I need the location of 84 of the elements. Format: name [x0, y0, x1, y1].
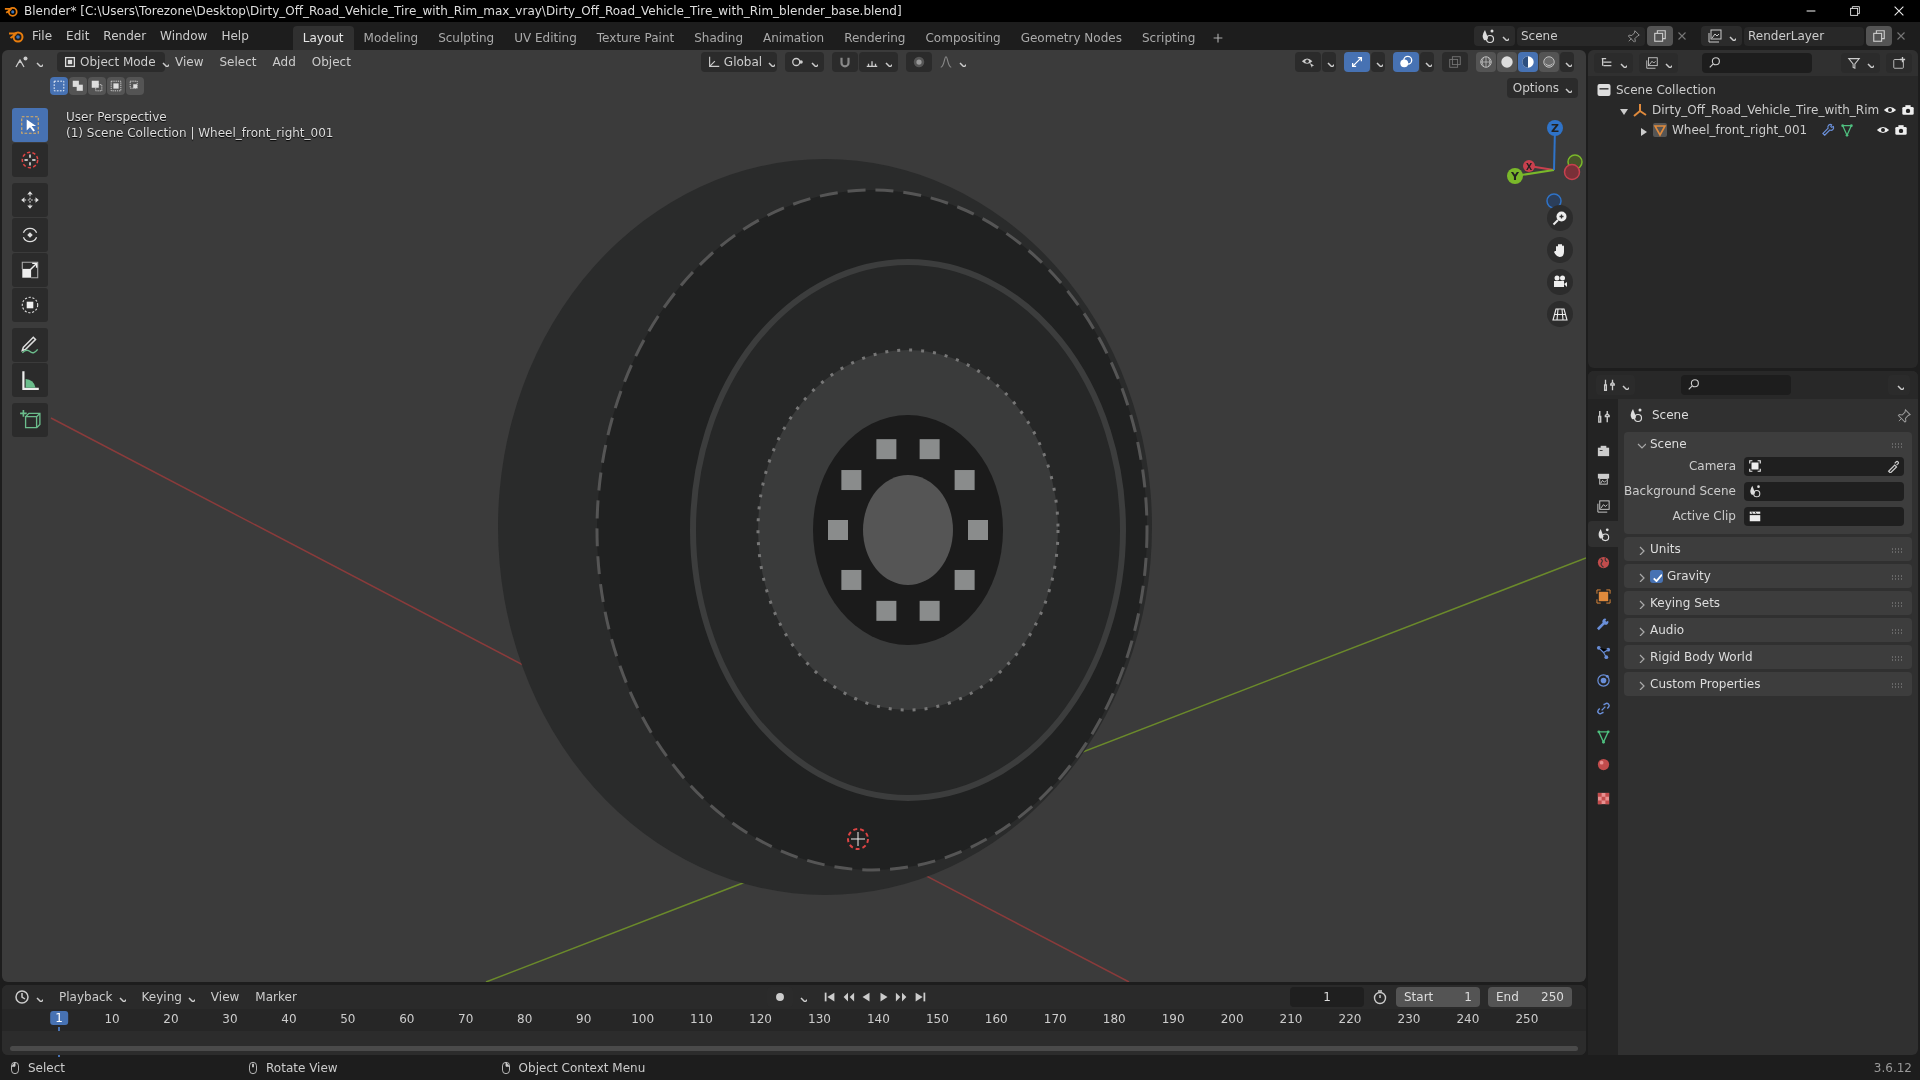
workspace-tab[interactable]: Texture Paint	[586, 26, 685, 50]
panel-title[interactable]: Keying Sets	[1650, 596, 1721, 610]
frame-number: 120	[749, 1012, 772, 1026]
menu-item[interactable]: Playback	[53, 987, 132, 1007]
frame-number: 240	[1456, 1012, 1480, 1026]
workspace-tab[interactable]: Compositing	[915, 26, 1011, 50]
frame-number: 10	[104, 1012, 120, 1026]
frame-number: 140	[866, 1012, 890, 1026]
field-label: End	[1496, 990, 1519, 1004]
frame-number: 20	[163, 1012, 179, 1026]
field-label: Background Scene	[1624, 484, 1736, 498]
panel-title[interactable]: Gravity	[1667, 569, 1711, 583]
workspace-tab[interactable]: Sculpting	[428, 26, 505, 50]
workspace-tab[interactable]: Geometry Nodes	[1010, 26, 1132, 50]
panel-title[interactable]: Scene	[1650, 437, 1687, 451]
menu-item[interactable]: Add	[266, 52, 302, 72]
workspace-tab[interactable]: Animation	[753, 26, 835, 50]
field-value: Scene	[1521, 29, 1558, 43]
frame-number: 130	[808, 1012, 831, 1026]
frame-number: 70	[458, 1012, 474, 1026]
workspace-tab[interactable]: Shading	[684, 26, 753, 50]
frame-number: 50	[340, 1012, 356, 1026]
workspace-tab[interactable]: Layout	[292, 26, 354, 50]
menu-item[interactable]: Marker	[249, 987, 303, 1007]
field-label: Active Clip	[1671, 509, 1736, 523]
status-hint: Select	[28, 1060, 66, 1075]
menu-item[interactable]: Render	[97, 26, 153, 46]
menu-item[interactable]: Window	[154, 26, 214, 46]
frame-number: 180	[1102, 1012, 1126, 1026]
frame-number: 160	[984, 1012, 1008, 1026]
viewport-info-text: (1) Scene Collection | Wheel_front_right_001	[66, 126, 334, 140]
frame-number: 220	[1338, 1012, 1362, 1026]
frame-number: 90	[576, 1012, 592, 1026]
field-value: 250	[1541, 990, 1564, 1004]
field-value: RenderLayer	[1748, 29, 1825, 43]
panel-title[interactable]: Units	[1650, 542, 1681, 556]
frame-number: 60	[399, 1012, 415, 1026]
frame-number: 230	[1397, 1012, 1421, 1026]
end-frame-field[interactable]: End 250	[1488, 987, 1572, 1007]
current-frame-field[interactable]: 1	[1290, 987, 1364, 1007]
menu-item[interactable]: Keying	[135, 987, 201, 1007]
version-label: 3.6.12	[1873, 1060, 1912, 1075]
menu-item[interactable]: Edit	[60, 26, 96, 46]
panel-title[interactable]: Custom Properties	[1650, 677, 1761, 691]
frame-number: 110	[690, 1012, 713, 1026]
window-title: Blender* [C:\Users\Torezone\Desktop\Dirty_Off_Road_Vehicle_Tire_with_Rim_max_vray\Dirty_Off_Road_Vehicle_Tire_with_Rim_blender_base.blend]	[24, 4, 902, 18]
outliner-item[interactable]: Wheel_front_right_001	[1672, 123, 1818, 137]
frame-number: 250	[1515, 1012, 1539, 1026]
field-label: Camera	[1687, 459, 1736, 473]
frame-number: 210	[1279, 1012, 1303, 1026]
panel-title[interactable]: Audio	[1650, 623, 1685, 637]
outliner-item[interactable]: Scene Collection	[1616, 83, 1908, 97]
status-hint: Rotate View	[266, 1060, 338, 1075]
menu-item[interactable]: Help	[215, 26, 255, 46]
menu-item[interactable]: Select	[213, 52, 263, 72]
panel-title[interactable]: Rigid Body World	[1650, 650, 1753, 664]
outliner-item[interactable]: Dirty_Off_Road_Vehicle_Tire_with_Rim	[1652, 103, 1880, 117]
options-button[interactable]: Options	[1506, 78, 1578, 98]
frame-number: 30	[222, 1012, 238, 1026]
start-frame-field[interactable]: Start 1	[1396, 987, 1480, 1007]
workspace-tab[interactable]: Modeling	[353, 26, 429, 50]
frame-number: 100	[631, 1012, 655, 1026]
menu-item[interactable]: Object	[305, 52, 357, 72]
frame-number: 200	[1220, 1012, 1244, 1026]
menu-item[interactable]: File	[26, 26, 59, 46]
context-title: Scene	[1652, 408, 1689, 422]
field-value: 1	[1464, 990, 1472, 1004]
frame-number: 150	[925, 1012, 949, 1026]
frame-number: 80	[517, 1012, 533, 1026]
workspace-tab[interactable]: UV Editing	[504, 26, 587, 50]
workspace-tab[interactable]: Scripting	[1131, 26, 1206, 50]
scene-field[interactable]: Scene	[1517, 26, 1645, 46]
view-layer-field[interactable]: RenderLayer	[1744, 26, 1864, 46]
field-label: Start	[1404, 990, 1434, 1004]
status-hint: Object Context Menu	[518, 1060, 646, 1075]
orientation-dropdown[interactable]: Global	[700, 52, 777, 72]
frame-number: 170	[1043, 1012, 1067, 1026]
menu-item[interactable]: View	[204, 987, 246, 1007]
viewport-info-text: User Perspective	[66, 110, 168, 124]
frame-number: 190	[1161, 1012, 1185, 1026]
frame-number: 40	[281, 1012, 297, 1026]
menu-item[interactable]: View	[169, 52, 210, 72]
workspace-tab[interactable]: Rendering	[834, 26, 916, 50]
playhead[interactable]: 1	[50, 1011, 68, 1025]
